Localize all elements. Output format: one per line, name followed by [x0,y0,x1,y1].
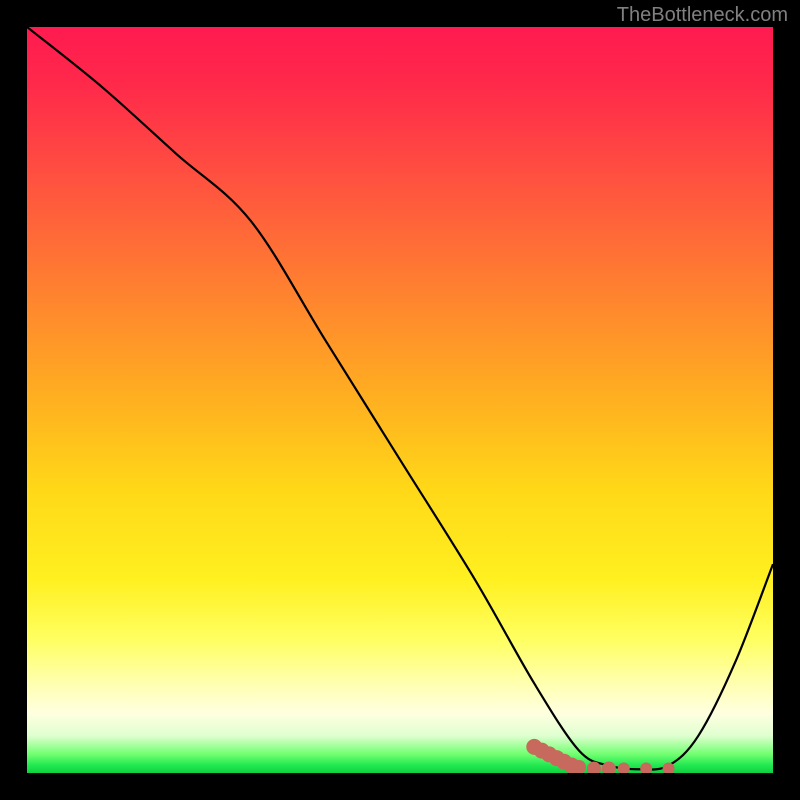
scatter-dot [602,762,616,773]
scatter-dot [640,763,652,773]
attribution-text: TheBottleneck.com [617,4,788,27]
highlighted-region-dots [27,27,773,773]
chart-plot-area [27,27,773,773]
scatter-dot [587,762,601,773]
scatter-dot [663,763,675,773]
scatter-dot [618,763,630,773]
